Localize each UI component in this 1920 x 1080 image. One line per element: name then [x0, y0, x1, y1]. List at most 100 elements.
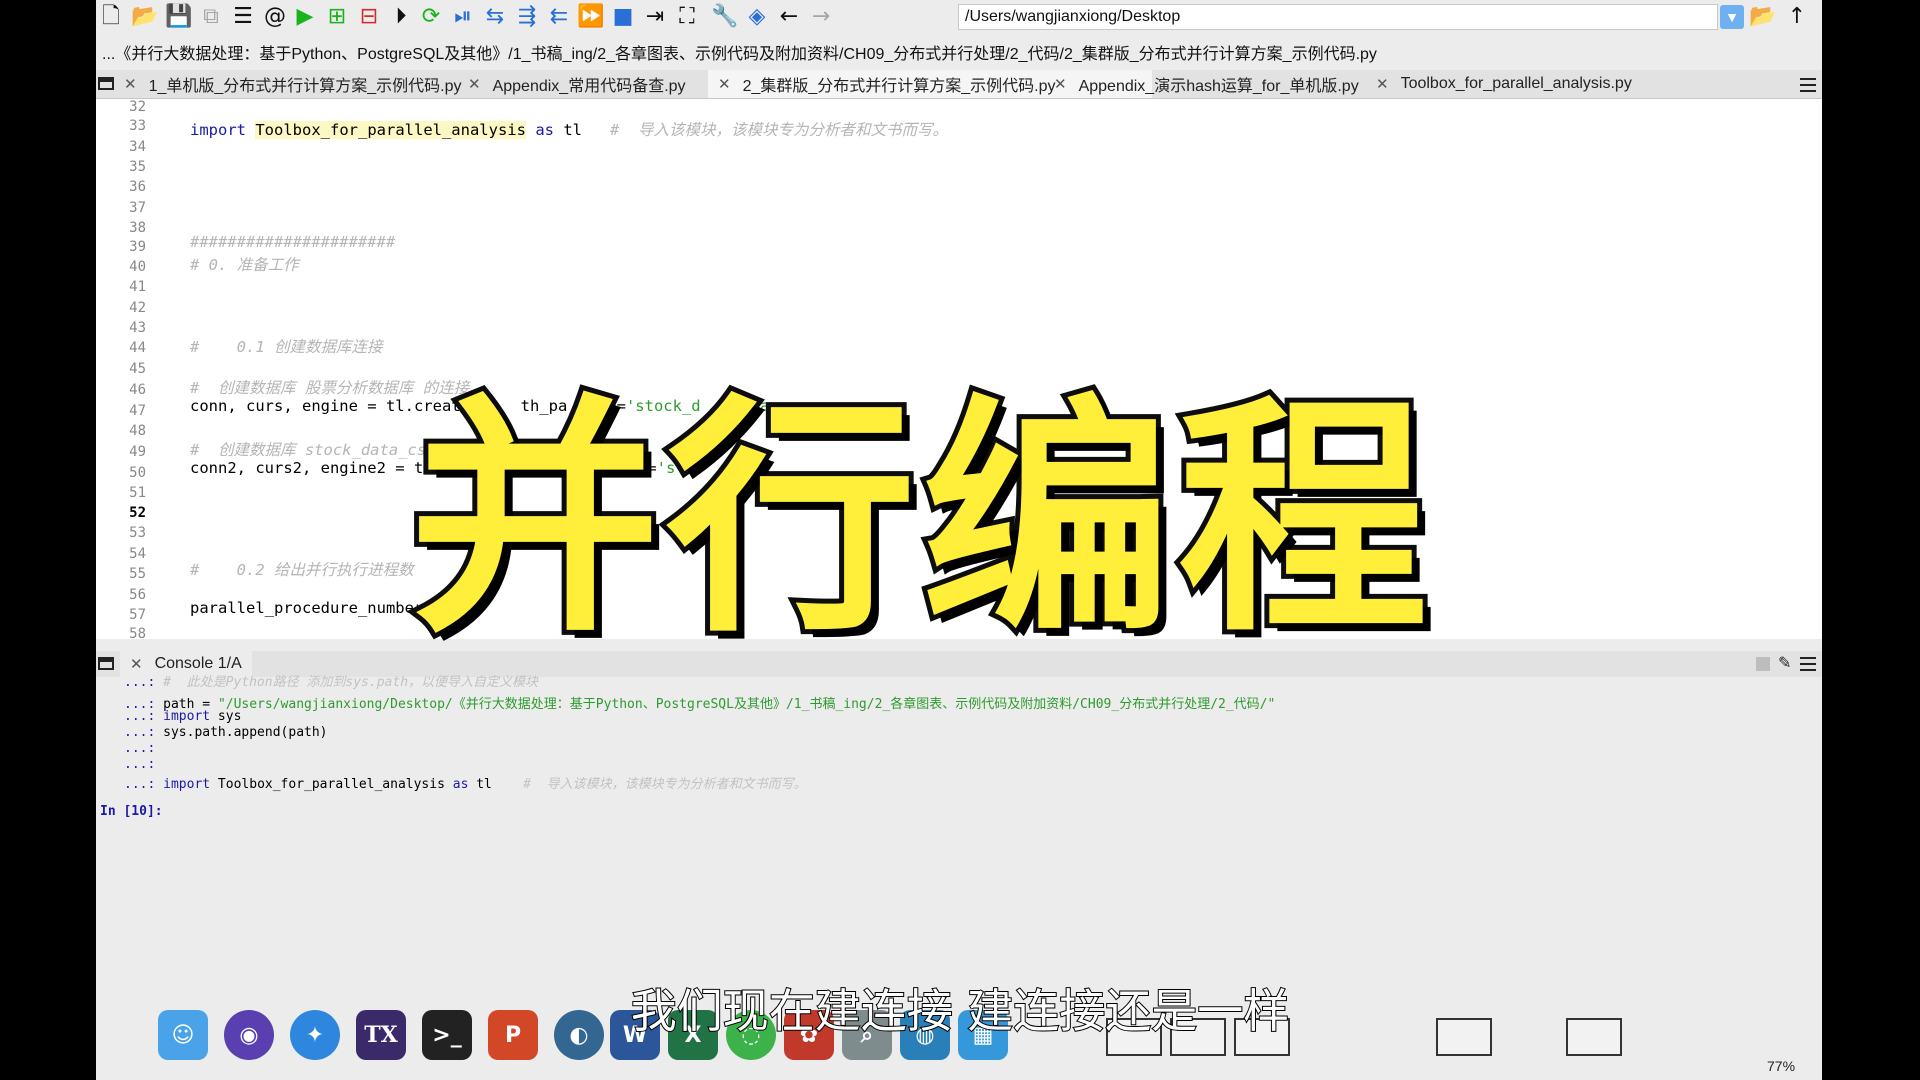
close-icon[interactable]: ✕: [1054, 75, 1067, 93]
console-options-icon[interactable]: [1800, 657, 1816, 671]
console-line: ...: import Toolbox_for_parallel_analysi…: [124, 773, 807, 792]
tab-label: 2_集群版_分布式并行计算方案_示例代码.py: [742, 78, 1056, 95]
stop-console-icon[interactable]: [1756, 657, 1770, 671]
input-prompt: In [10]:: [100, 804, 163, 819]
tab-label: Toolbox_for_parallel_analysis.py: [1400, 75, 1632, 92]
open-file-icon[interactable]: 📂: [131, 4, 158, 30]
tab-label: Appendix_常用代码备查.py: [492, 78, 686, 95]
run-cell-icon[interactable]: ⊞: [324, 4, 350, 30]
step-icon[interactable]: ⇆: [482, 4, 508, 30]
line-number: 35: [129, 159, 146, 175]
close-icon[interactable]: ✕: [718, 75, 731, 93]
code-text: conn2, curs2, engine2 = tl.: [190, 459, 442, 477]
new-file-icon[interactable]: 🗋: [98, 4, 124, 30]
tab-label: 1_单机版_分布式并行计算方案_示例代码.py: [148, 78, 462, 95]
keyword: as: [452, 777, 469, 792]
line-number: 44: [129, 340, 146, 356]
close-icon[interactable]: ✕: [124, 75, 137, 93]
line-number: 43: [129, 320, 146, 336]
comment: # 导入该模块，该模块专为分析者和文书而写。: [523, 777, 807, 792]
line-number: 50: [129, 465, 146, 481]
pane-icon[interactable]: [98, 77, 114, 90]
prompt: ...:: [124, 741, 156, 756]
line-number: 58: [129, 626, 146, 642]
step-into-icon[interactable]: ⇶: [514, 4, 540, 30]
save-icon[interactable]: 💾: [165, 4, 192, 30]
toolbar: 🗋 📂 💾 ⧉ ☰ @ ▶ ⊞ ⊟ ⏵ ⟳ ⏯ ⇆ ⇶ ⇇ ⏩ ■ ⇥ ⛶ 🔧 …: [96, 0, 1822, 36]
fullscreen-icon[interactable]: ⛶: [674, 4, 700, 30]
line-number: 54: [129, 546, 146, 562]
line-number: 36: [129, 179, 146, 195]
step-return-icon[interactable]: ⇇: [546, 4, 572, 30]
chevron-down-icon[interactable]: ▼: [1720, 5, 1744, 29]
continue-icon[interactable]: ⏩: [577, 4, 604, 30]
at-icon[interactable]: @: [262, 4, 288, 30]
working-directory-input[interactable]: /Users/wangjianxiong/Desktop: [958, 4, 1718, 30]
prompt: ...:: [124, 777, 156, 792]
console-line: ...: path = "/Users/wangjianxiong/Deskto…: [124, 693, 1275, 712]
code-text: sys.path.append(path): [163, 725, 328, 740]
pane-icon[interactable]: [98, 657, 114, 670]
save-all-icon[interactable]: ⧉: [198, 4, 224, 30]
line-number: 51: [129, 485, 146, 501]
line-number: 49: [129, 444, 146, 460]
close-icon[interactable]: ✕: [468, 75, 481, 93]
code-text: tl: [468, 777, 492, 792]
code-line-55: # 0.2 给出并行执行进程数: [190, 561, 414, 579]
video-title-overlay: 并行编程: [405, 369, 1434, 670]
back-arrow-icon[interactable]: ←: [776, 4, 802, 30]
string: "/Users/wangjianxiong/Desktop/《并行大数据处理：基…: [217, 697, 1276, 712]
line-number: 33: [129, 118, 146, 134]
exit-icon[interactable]: ⇥: [642, 4, 668, 30]
battery-percentage: 77%: [1767, 1058, 1796, 1074]
python-icon[interactable]: ◈: [744, 4, 770, 30]
line-number: 45: [129, 361, 146, 377]
tab-file-4[interactable]: ✕ Appendix_演示hash运算_for_单机版.py: [1054, 70, 1374, 98]
code-line-44: # 0.1 创建数据库连接: [190, 338, 383, 356]
line-number: 38: [129, 220, 146, 236]
code-line-33: import Toolbox_for_parallel_analysis as …: [190, 118, 948, 140]
line-number: 52: [129, 505, 146, 521]
rerun-icon[interactable]: ⟳: [418, 4, 444, 30]
stop-icon[interactable]: ■: [610, 4, 636, 30]
editor-tab-bar: ✕ 1_单机版_分布式并行计算方案_示例代码.py ✕ Appendix_常用代…: [96, 70, 1822, 99]
line-number: 46: [129, 382, 146, 398]
line-number: 48: [129, 423, 146, 439]
forward-arrow-icon[interactable]: →: [808, 4, 834, 30]
line-number: 56: [129, 587, 146, 603]
console-line: ...: import sys: [124, 709, 241, 724]
line-number: 57: [129, 607, 146, 623]
options-menu-icon[interactable]: [1800, 78, 1816, 92]
list-icon[interactable]: ☰: [230, 4, 256, 30]
parent-directory-icon[interactable]: ↑: [1784, 4, 1810, 30]
line-number: 40: [129, 259, 146, 275]
run-icon[interactable]: ▶: [292, 4, 318, 30]
file-path-breadcrumb: ...《并行大数据处理：基于Python、PostgreSQL及其他》/1_书稿…: [102, 46, 1377, 63]
tab-label: Appendix_演示hash运算_for_单机版.py: [1078, 78, 1359, 95]
line-number: 39: [129, 239, 146, 255]
eraser-icon[interactable]: ✎: [1778, 653, 1791, 673]
close-icon[interactable]: ✕: [1376, 75, 1389, 93]
line-number: 55: [129, 566, 146, 582]
wrench-icon[interactable]: 🔧: [711, 4, 738, 30]
browse-folder-icon[interactable]: 📂: [1749, 4, 1776, 30]
alias: tl: [563, 121, 582, 139]
code-line-39: ######################: [190, 233, 396, 251]
prompt: ...:: [124, 757, 156, 772]
code-text: Toolbox_for_parallel_analysis: [210, 777, 453, 792]
debug-icon[interactable]: ⏯: [450, 4, 476, 30]
prompt: ...:: [124, 725, 156, 740]
console-line: ...:: [124, 757, 155, 772]
code-line-57: parallel_procedure_number =: [190, 599, 442, 617]
tab-file-1[interactable]: ✕ 1_单机版_分布式并行计算方案_示例代码.py: [124, 70, 474, 98]
run-cell-advance-icon[interactable]: ⊟: [356, 4, 382, 30]
line-number: 37: [129, 200, 146, 216]
module-name: Toolbox_for_parallel_analysis: [255, 121, 526, 139]
run-selection-icon[interactable]: ⏵: [388, 4, 414, 30]
keyword: import: [163, 777, 211, 792]
code-text: sys: [210, 709, 242, 724]
tab-file-5[interactable]: ✕ Toolbox_for_parallel_analysis.py: [1376, 70, 1676, 98]
keyword: import: [163, 709, 211, 724]
prompt: ...:: [124, 675, 156, 690]
code-line-40: # 0. 准备工作: [190, 256, 299, 274]
